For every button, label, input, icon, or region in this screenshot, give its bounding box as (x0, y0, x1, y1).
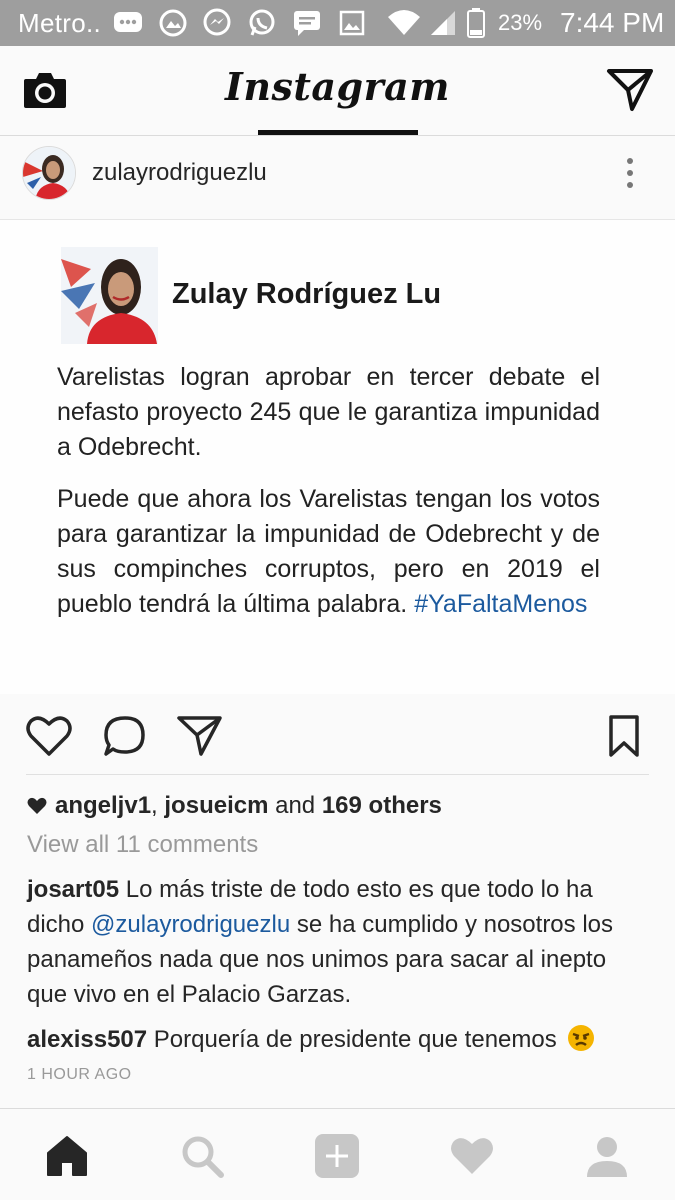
post-paragraph-2: Puede que ahora los Varelistas tengan lo… (57, 482, 600, 622)
comment-item: josart05 Lo más triste de todo esto es q… (27, 872, 647, 1012)
comment-text: Porquería de presidente que tenemos (153, 1026, 557, 1053)
post-paragraph-1: Varelistas logran aprobar en tercer deba… (57, 363, 600, 461)
like-heart-icon (27, 797, 47, 814)
angry-face-icon (568, 1025, 595, 1051)
bottom-navigation (0, 1108, 675, 1200)
direct-send-icon[interactable] (606, 68, 654, 112)
carrier-name: Metro.. (18, 8, 102, 38)
comment-username[interactable]: josart05 (27, 876, 119, 903)
wifi-icon (384, 7, 424, 39)
gallery-icon (335, 7, 369, 39)
search-icon[interactable] (179, 1133, 225, 1179)
actions-divider (26, 774, 649, 775)
likes-others[interactable]: 169 others (322, 792, 442, 819)
liker-1[interactable]: angeljv1 (55, 792, 151, 819)
activity-heart-icon[interactable] (449, 1133, 495, 1179)
comment-icon[interactable] (101, 714, 149, 758)
battery-percent: 23% (498, 10, 543, 35)
post-username[interactable]: zulayrodriguezlu (92, 159, 267, 187)
photo-icon (156, 7, 190, 39)
hashtag: #YaFaltaMenos (414, 590, 588, 618)
bookmark-icon[interactable] (604, 714, 652, 758)
post-header: zulayrodriguezlu (0, 136, 675, 220)
likes-connector: and (275, 792, 316, 819)
comment-username[interactable]: alexiss507 (27, 1026, 147, 1053)
comment-mention[interactable]: @zulayrodriguezlu (91, 911, 290, 938)
messenger-icon (200, 7, 234, 39)
whatsapp-icon (245, 7, 279, 39)
liker-2[interactable]: josueicm (164, 792, 268, 819)
author-name: Zulay Rodríguez Lu (172, 278, 442, 310)
home-icon[interactable] (44, 1133, 90, 1179)
logo-underline (258, 130, 418, 135)
comment-item: alexiss507 Porquería de presidente que t… (27, 1022, 647, 1057)
avatar[interactable] (22, 146, 76, 200)
more-options-icon[interactable] (620, 156, 640, 190)
battery-icon (462, 7, 490, 39)
instagram-logo[interactable]: Instagram (0, 64, 675, 109)
app-header: Instagram (0, 46, 675, 136)
post-image[interactable]: Zulay Rodríguez Lu Varelistas logran apr… (0, 220, 675, 694)
add-post-icon[interactable] (314, 1133, 360, 1179)
post-timestamp: 1 HOUR AGO (27, 1066, 132, 1083)
profile-icon[interactable] (584, 1133, 630, 1179)
author-photo (61, 247, 158, 344)
likes-summary[interactable]: angeljv1, josueicm and 169 others (27, 792, 442, 820)
post-actions (0, 694, 675, 776)
sms-icon (290, 7, 324, 39)
signal-icon (426, 7, 460, 39)
status-bar: Metro.. 23% 7:44 PM (0, 0, 675, 46)
like-icon[interactable] (25, 714, 73, 758)
view-all-comments-link[interactable]: View all 11 comments (27, 831, 258, 859)
status-clock: 7:44 PM (560, 7, 665, 38)
share-icon[interactable] (176, 714, 224, 758)
chat-icon (111, 7, 145, 39)
post-details: angeljv1, josueicm and 169 others View a… (0, 776, 675, 1108)
likes-separator: , (151, 792, 158, 819)
